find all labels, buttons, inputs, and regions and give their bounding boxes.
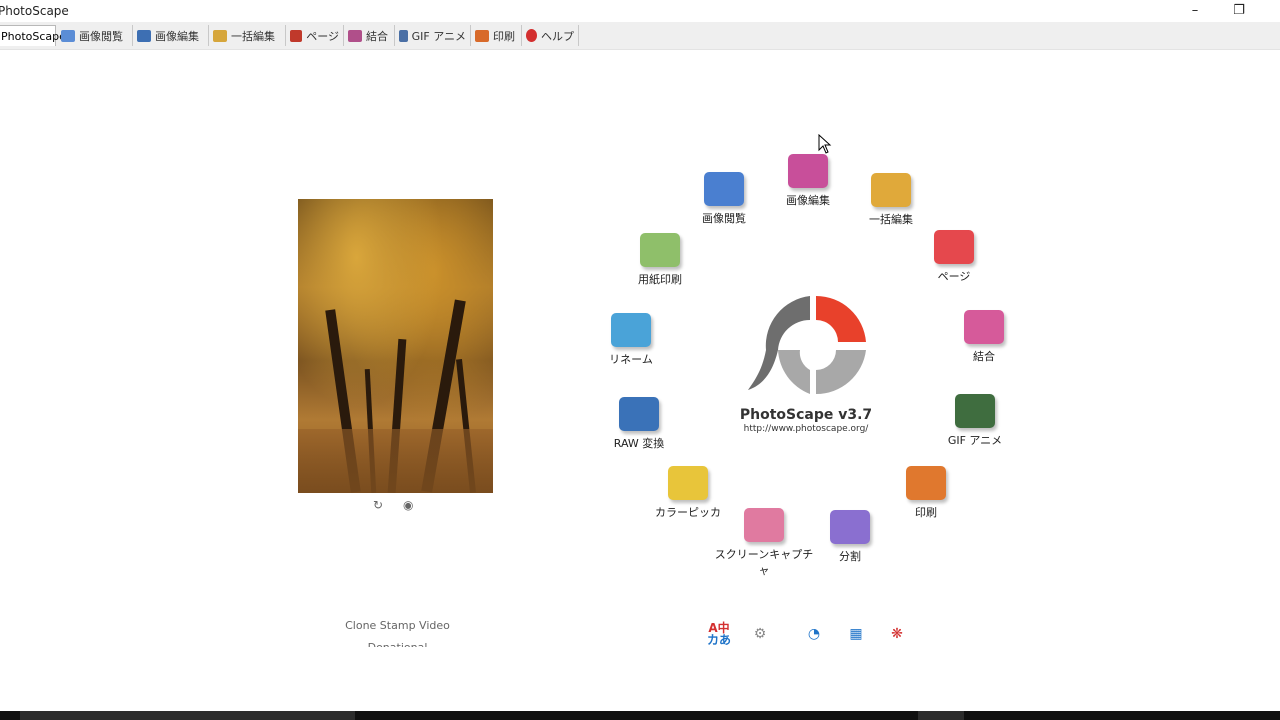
refresh-icon[interactable]: ↻: [373, 498, 383, 512]
hub-label: リネーム: [609, 353, 653, 366]
tab-label: 印刷: [493, 29, 515, 43]
window-title: PhotoScape: [0, 4, 69, 18]
gif-icon: [955, 394, 995, 428]
title-bar: PhotoScape – ❐: [0, 0, 1280, 22]
color-picker-icon: [668, 466, 708, 500]
hub-label: GIF アニメ: [947, 434, 1003, 447]
tab-label: ページ: [306, 29, 339, 43]
raw-icon: [619, 397, 659, 431]
hub-label: 分割: [839, 550, 861, 563]
tab-page[interactable]: ページ: [286, 25, 344, 46]
hub-label: スクリーンキャプチャ: [714, 548, 814, 577]
hub-item-raw[interactable]: RAW 変換: [589, 397, 689, 451]
hub-label: 一括編集: [869, 213, 913, 226]
close-button[interactable]: [1262, 0, 1280, 22]
hub-item-paper-print[interactable]: 用紙印刷: [610, 233, 710, 287]
tab-label: 画像閲覧: [79, 29, 123, 43]
tab-combine[interactable]: 結合: [344, 25, 395, 46]
tab-photoscape[interactable]: PhotoScape: [0, 25, 66, 46]
help-icon: [526, 29, 537, 42]
minimize-button[interactable]: –: [1172, 0, 1218, 22]
taskbar: [0, 711, 1280, 720]
restore-button[interactable]: ❐: [1216, 0, 1262, 22]
photo-preview[interactable]: [298, 199, 493, 493]
language-icon[interactable]: A中 カあ: [703, 617, 735, 651]
hub-item-gif[interactable]: GIF アニメ: [925, 394, 1025, 448]
tab-print[interactable]: 印刷: [471, 25, 522, 46]
batch-icon: [871, 173, 911, 207]
hub-item-batch[interactable]: 一括編集: [841, 173, 941, 227]
product-name: PhotoScape v3.7: [739, 407, 873, 423]
screen-capture-icon: [744, 508, 784, 542]
batch-icon: [213, 29, 227, 42]
hub-label: ページ: [937, 270, 971, 283]
tab-label: 画像編集: [155, 29, 199, 43]
tab-help[interactable]: ヘルプ: [522, 25, 579, 46]
preview-links[interactable]: Clone Stamp Video: [310, 619, 485, 632]
tab-viewer[interactable]: 画像閲覧: [57, 25, 133, 46]
page-icon: [934, 230, 974, 264]
page-icon: [290, 29, 303, 42]
eye-icon[interactable]: ◉: [403, 498, 413, 512]
hub-item-color-picker[interactable]: カラーピッカ: [638, 466, 738, 520]
print-icon: [475, 29, 489, 42]
tab-gif[interactable]: GIF アニメ: [395, 25, 471, 46]
photoscape-logo: [748, 295, 866, 395]
tab-strip: PhotoScape 画像閲覧 画像編集 一括編集 ページ 結合 GIF アニメ…: [0, 22, 1280, 50]
wrench-icon[interactable]: ⚙: [744, 617, 776, 651]
split-icon: [830, 510, 870, 544]
combine-icon: [348, 29, 362, 42]
gif-icon: [399, 29, 408, 42]
hub-item-page[interactable]: ページ: [904, 230, 1004, 284]
print-icon: [906, 466, 946, 500]
hub-item-split[interactable]: 分割: [800, 510, 900, 564]
tab-editor[interactable]: 画像編集: [133, 25, 209, 46]
tab-batch[interactable]: 一括編集: [209, 25, 286, 46]
paper-print-icon: [640, 233, 680, 267]
viewer-icon: [704, 172, 744, 206]
puzzle-icon[interactable]: ▦: [840, 617, 872, 651]
hub-label: 結合: [973, 350, 995, 363]
rename-icon: [611, 313, 651, 347]
hub-label: 画像編集: [786, 194, 830, 207]
maple-icon[interactable]: ❋: [881, 617, 913, 651]
editor-icon: [788, 154, 828, 188]
hub-label: 画像閲覧: [702, 212, 746, 225]
combine-icon: [964, 310, 1004, 344]
tab-label: ヘルプ: [541, 29, 574, 43]
mouse-cursor-icon: [818, 134, 832, 154]
tab-label: 一括編集: [231, 29, 275, 43]
hub-label: カラーピッカ: [655, 506, 721, 519]
product-url[interactable]: http://www.photoscape.org/: [706, 424, 906, 434]
preview-links-2[interactable]: Donational: [310, 641, 485, 647]
hub-label: 印刷: [915, 506, 937, 519]
viewer-icon: [61, 29, 75, 42]
tab-label: 結合: [366, 29, 388, 43]
hub-item-rename[interactable]: リネーム: [581, 313, 681, 367]
hub-label: 用紙印刷: [638, 273, 682, 286]
editor-icon: [137, 29, 151, 42]
photoscape-x-icon[interactable]: ◔: [798, 617, 830, 651]
tab-label: GIF アニメ: [411, 29, 466, 43]
hub-item-combine[interactable]: 結合: [934, 310, 1034, 364]
hub-label: RAW 変換: [613, 437, 665, 450]
